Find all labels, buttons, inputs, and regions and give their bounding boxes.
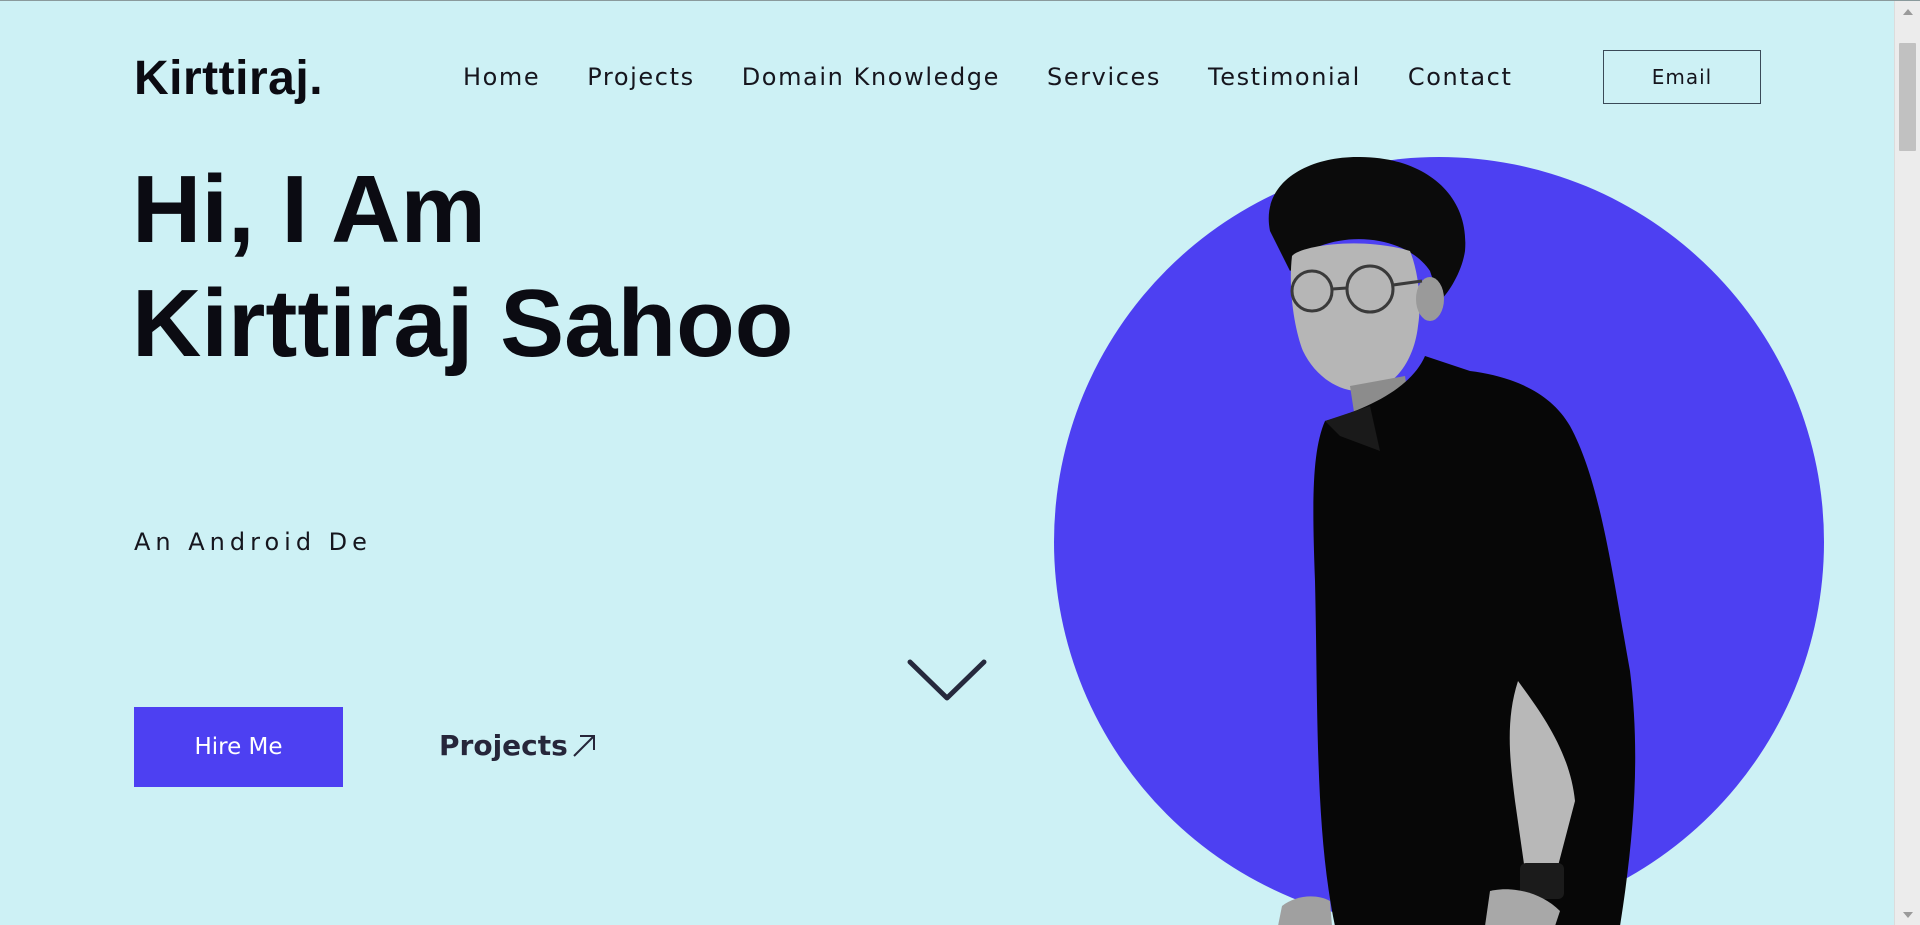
nav-home[interactable]: Home <box>463 63 540 91</box>
nav-contact[interactable]: Contact <box>1408 63 1513 91</box>
portrait-photo <box>1268 156 1636 925</box>
nav-projects[interactable]: Projects <box>587 63 694 91</box>
scroll-up-icon[interactable] <box>1903 9 1913 15</box>
chevron-down-icon[interactable] <box>906 656 988 709</box>
nav-services[interactable]: Services <box>1047 63 1161 91</box>
hero-title-line-2: Kirttiraj Sahoo <box>132 270 794 377</box>
projects-link-label: Projects <box>439 729 568 762</box>
email-button[interactable]: Email <box>1603 50 1761 104</box>
hire-me-button[interactable]: Hire Me <box>134 707 343 787</box>
logo[interactable]: Kirttiraj. <box>134 51 323 106</box>
arrow-up-right-icon <box>573 734 595 757</box>
nav-domain-knowledge[interactable]: Domain Knowledge <box>742 63 1000 91</box>
hero-title-line-1: Hi, I Am <box>132 156 486 263</box>
page-scrollbar[interactable] <box>1894 1 1920 925</box>
hero-title: Hi, I Am Kirttiraj Sahoo <box>132 153 793 381</box>
hero-subtitle: An Android De <box>134 528 372 556</box>
nav-testimonial[interactable]: Testimonial <box>1208 63 1361 91</box>
scroll-down-icon[interactable] <box>1903 912 1913 918</box>
page: Kirttiraj. Home Projects Domain Knowledg… <box>0 0 1920 925</box>
main-nav: Home Projects Domain Knowledge Services … <box>463 63 1559 91</box>
scrollbar-thumb[interactable] <box>1899 43 1916 151</box>
projects-link[interactable]: Projects <box>439 729 598 762</box>
